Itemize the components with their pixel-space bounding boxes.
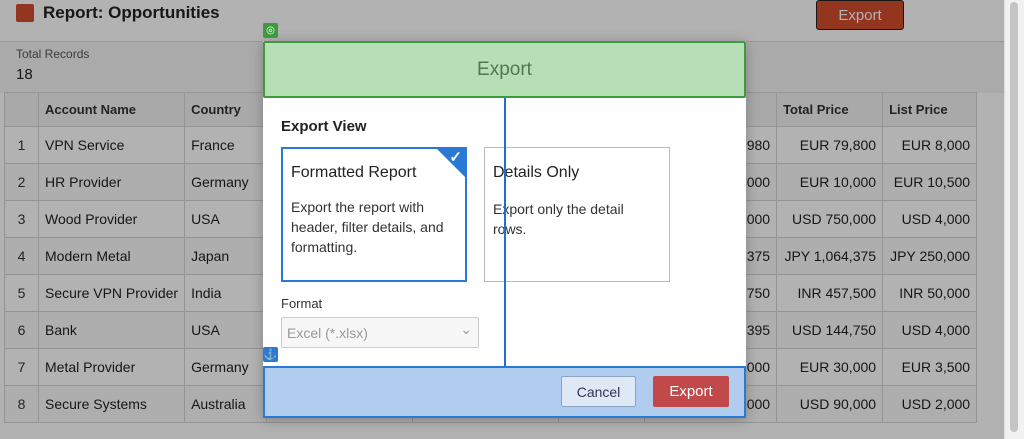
- option-description: Export the report with header, filter de…: [291, 199, 444, 255]
- option-details-only[interactable]: Details Only Export only the detail rows…: [484, 147, 670, 282]
- export-view-label: Export View: [281, 118, 367, 135]
- export-button[interactable]: Export: [653, 376, 729, 407]
- cancel-button[interactable]: Cancel: [561, 376, 636, 407]
- vertical-scrollbar[interactable]: [1004, 0, 1024, 439]
- scrollbar-thumb[interactable]: [1010, 2, 1018, 432]
- guide-line: [504, 98, 506, 366]
- target-icon: ◎: [263, 23, 278, 38]
- anchor-icon: ⚓: [263, 347, 278, 362]
- format-select[interactable]: Excel (*.xlsx) ⌄: [281, 317, 479, 348]
- chevron-down-icon: ⌄: [460, 321, 472, 337]
- export-dialog-title: Export: [477, 58, 532, 80]
- option-title: Formatted Report: [291, 164, 417, 181]
- export-dialog-header: Export: [263, 41, 746, 98]
- format-select-value: Excel (*.xlsx): [287, 325, 368, 341]
- format-label: Format: [281, 296, 323, 311]
- option-formatted-report[interactable]: Formatted Report Export the report with …: [281, 147, 467, 282]
- check-icon: ✓: [449, 149, 462, 166]
- option-description: Export only the detail rows.: [493, 201, 624, 237]
